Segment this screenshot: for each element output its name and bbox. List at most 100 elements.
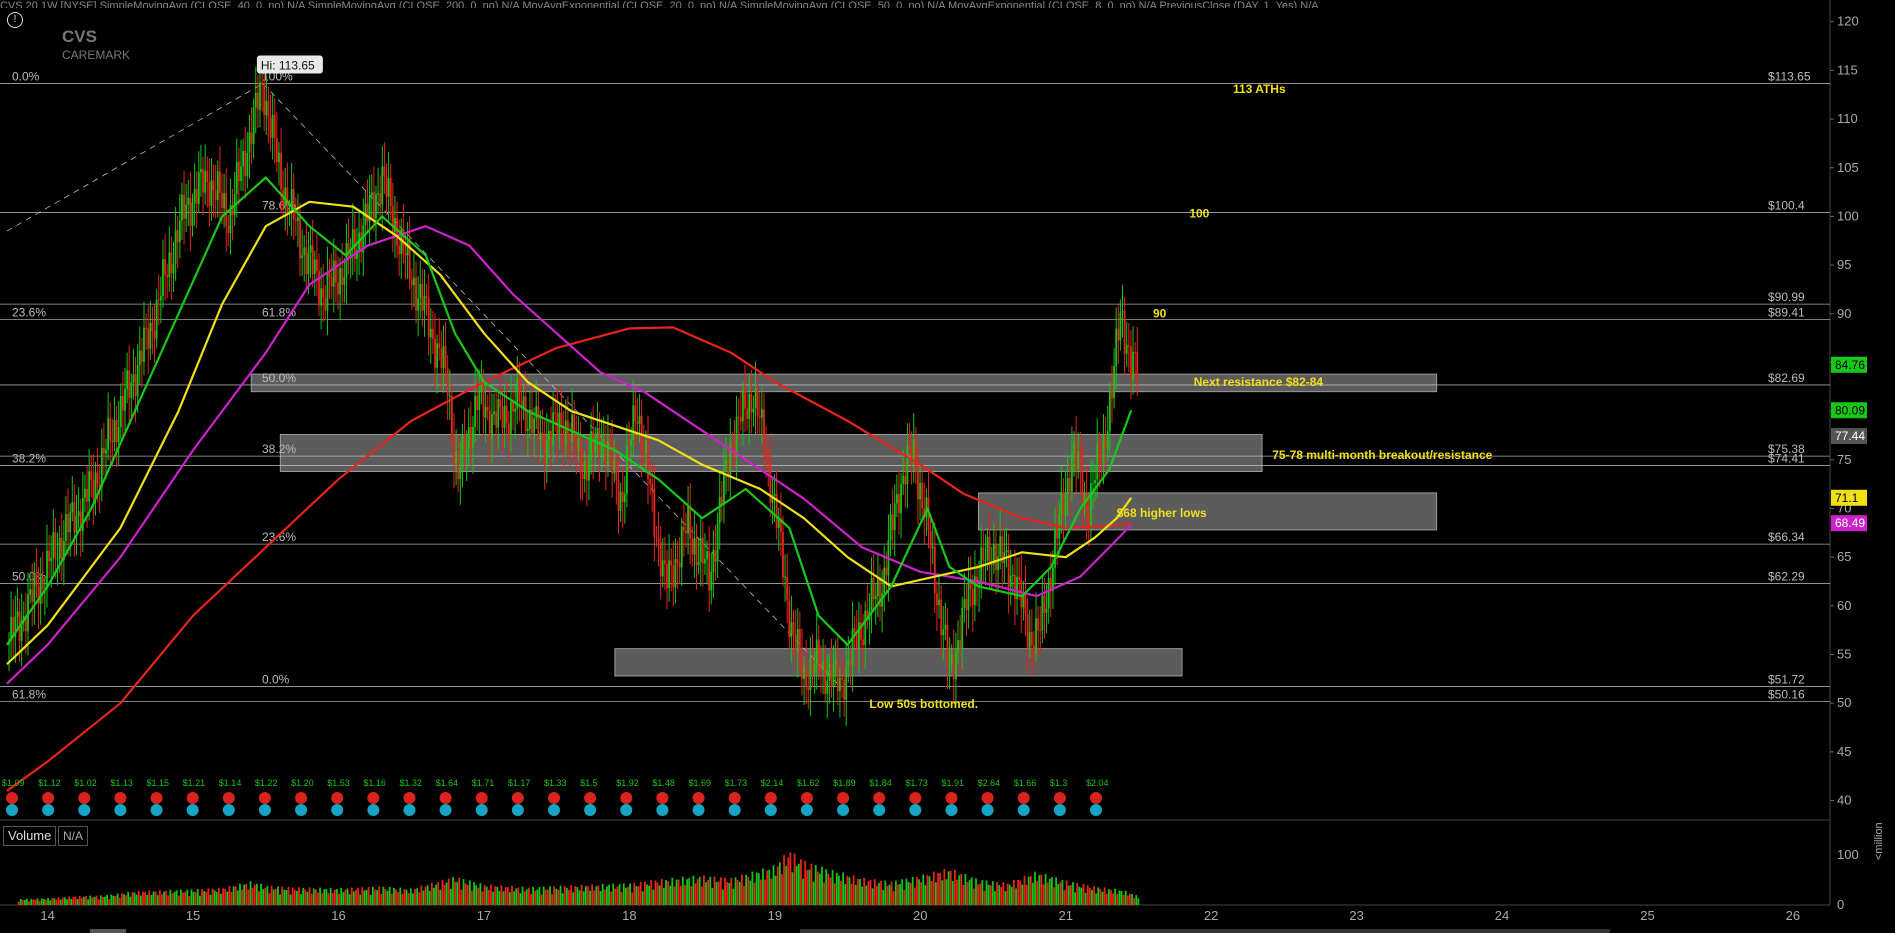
earnings-marker-icon[interactable] xyxy=(620,804,633,816)
dividend-marker-icon[interactable] xyxy=(1053,792,1066,804)
candle-body xyxy=(206,170,209,182)
volume-bar xyxy=(675,879,678,905)
dividend-marker-icon[interactable] xyxy=(620,792,633,804)
dividend-marker-icon[interactable] xyxy=(981,792,994,804)
dividend-marker-icon[interactable] xyxy=(945,792,958,804)
dividend-marker-icon[interactable] xyxy=(150,792,163,804)
earnings-marker-icon[interactable] xyxy=(439,804,452,816)
dividend-marker-icon[interactable] xyxy=(1090,792,1102,804)
earnings-marker-icon[interactable] xyxy=(186,804,199,816)
volume-bar xyxy=(821,866,823,905)
earnings-marker-icon[interactable] xyxy=(331,804,344,816)
volume-bar xyxy=(45,899,47,905)
dividend-marker-icon[interactable] xyxy=(367,792,380,804)
volume-bar xyxy=(627,886,629,905)
earnings-marker-icon[interactable] xyxy=(78,804,91,816)
volume-bar xyxy=(494,886,497,905)
earnings-marker-icon[interactable] xyxy=(873,804,886,816)
dividend-marker-icon[interactable] xyxy=(511,792,524,804)
dividend-marker-icon[interactable] xyxy=(764,792,777,804)
horizontal-scrollbar-thumb[interactable] xyxy=(90,929,126,933)
dividend-marker-icon[interactable] xyxy=(656,792,669,804)
volume-bar xyxy=(768,869,771,905)
dividend-marker-icon[interactable] xyxy=(6,792,18,804)
earnings-marker-icon[interactable] xyxy=(6,804,18,816)
volume-bar xyxy=(85,896,87,905)
volume-bar xyxy=(728,882,731,905)
dividend-marker-icon[interactable] xyxy=(475,792,488,804)
earnings-marker-icon[interactable] xyxy=(909,804,922,816)
candle-body xyxy=(874,596,877,600)
dividend-marker-icon[interactable] xyxy=(258,792,271,804)
candle-body xyxy=(86,488,88,502)
earnings-marker-icon[interactable] xyxy=(475,804,488,816)
horizontal-scrollbar-track[interactable] xyxy=(800,929,1610,933)
dividend-marker-icon[interactable] xyxy=(728,792,741,804)
volume-bar xyxy=(95,895,98,905)
volume-bar xyxy=(835,872,838,905)
volume-bar xyxy=(717,881,720,905)
candle-body xyxy=(788,600,791,638)
price-level-label: $100.4 xyxy=(1768,199,1805,213)
earnings-marker-icon[interactable] xyxy=(367,804,380,816)
earnings-marker-icon[interactable] xyxy=(945,804,958,816)
volume-bar xyxy=(298,887,300,905)
earnings-marker-icon[interactable] xyxy=(222,804,235,816)
candle-body xyxy=(185,204,188,219)
volume-bar xyxy=(527,887,530,905)
candle-body xyxy=(292,189,295,220)
dividend-marker-icon[interactable] xyxy=(439,792,452,804)
volume-bar xyxy=(559,885,562,905)
earnings-marker-icon[interactable] xyxy=(295,804,308,816)
earnings-marker-icon[interactable] xyxy=(403,804,416,816)
candle-body xyxy=(841,677,843,680)
candle-body xyxy=(216,171,219,200)
dividend-marker-icon[interactable] xyxy=(584,792,597,804)
dividend-marker-icon[interactable] xyxy=(186,792,199,804)
dividend-marker-icon[interactable] xyxy=(331,792,344,804)
volume-bar xyxy=(454,881,456,905)
dividend-marker-icon[interactable] xyxy=(800,792,813,804)
earnings-marker-icon[interactable] xyxy=(764,804,777,816)
candle-body xyxy=(784,576,786,578)
earnings-marker-icon[interactable] xyxy=(800,804,813,816)
earnings-marker-icon[interactable] xyxy=(584,804,597,816)
candle-body xyxy=(50,557,53,562)
volume-bar xyxy=(142,891,144,905)
dividend-marker-icon[interactable] xyxy=(78,792,91,804)
earnings-marker-icon[interactable] xyxy=(981,804,994,816)
dividend-marker-icon[interactable] xyxy=(403,792,416,804)
dividend-marker-icon[interactable] xyxy=(114,792,127,804)
earnings-marker-icon[interactable] xyxy=(1090,804,1102,816)
earnings-marker-icon[interactable] xyxy=(1017,804,1030,816)
dividend-marker-icon[interactable] xyxy=(837,792,850,804)
earnings-marker-icon[interactable] xyxy=(656,804,669,816)
volume-bar xyxy=(333,889,336,905)
earnings-marker-icon[interactable] xyxy=(258,804,271,816)
candle-body xyxy=(649,479,652,484)
volume-bar xyxy=(437,881,440,905)
earnings-marker-icon[interactable] xyxy=(1053,804,1066,816)
volume-bar xyxy=(740,874,743,905)
earnings-marker-icon[interactable] xyxy=(150,804,163,816)
earnings-marker-icon[interactable] xyxy=(837,804,850,816)
volume-label[interactable]: Volume xyxy=(3,826,57,846)
dividend-amount: $1.12 xyxy=(38,778,61,788)
dividend-marker-icon[interactable] xyxy=(548,792,560,804)
earnings-marker-icon[interactable] xyxy=(728,804,741,816)
dividend-marker-icon[interactable] xyxy=(295,792,308,804)
dividend-marker-icon[interactable] xyxy=(873,792,886,804)
volume-bar xyxy=(359,894,362,905)
dividend-marker-icon[interactable] xyxy=(692,792,705,804)
earnings-marker-icon[interactable] xyxy=(114,804,127,816)
earnings-marker-icon[interactable] xyxy=(511,804,524,816)
volume-bar xyxy=(500,885,503,905)
dividend-marker-icon[interactable] xyxy=(909,792,922,804)
dividend-marker-icon[interactable] xyxy=(42,792,55,804)
earnings-marker-icon[interactable] xyxy=(42,804,55,816)
dividend-marker-icon[interactable] xyxy=(222,792,235,804)
earnings-marker-icon[interactable] xyxy=(692,804,705,816)
price-chart[interactable]: $113.65$100.4$90.99$89.41$82.69$75.38$74… xyxy=(0,0,1895,933)
dividend-marker-icon[interactable] xyxy=(1017,792,1030,804)
earnings-marker-icon[interactable] xyxy=(548,804,560,816)
